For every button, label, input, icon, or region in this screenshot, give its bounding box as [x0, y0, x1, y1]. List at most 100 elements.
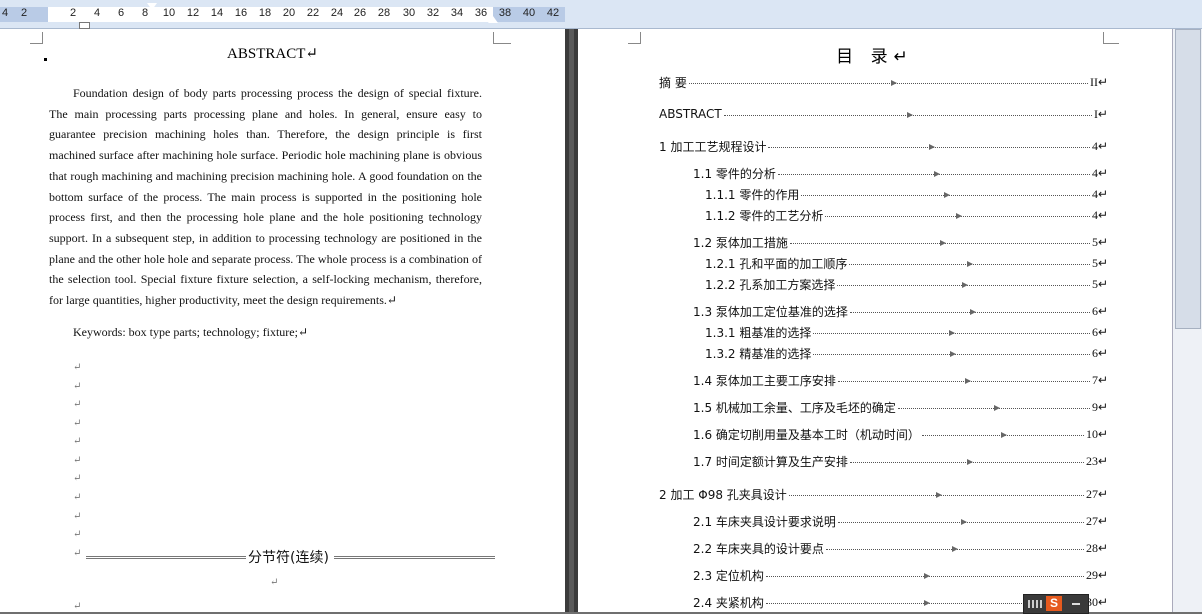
paragraph-mark: ↵	[73, 362, 82, 373]
toc-title: 目 录↵	[836, 47, 914, 67]
toc-entry[interactable]: 2.2 车床夹具的设计要点 28↵	[693, 540, 1108, 556]
toc-entry[interactable]: 1.6 确定切削用量及基本工时（机动时间） 10↵	[693, 426, 1108, 442]
toc-entry[interactable]: 1.3.2 精基准的选择 6↵	[705, 345, 1108, 361]
toc-entry[interactable]: 摘 要 II↵	[659, 74, 1108, 90]
section-break-line	[86, 556, 246, 559]
toc-page-number: 23↵	[1085, 453, 1108, 468]
toc-page-number: I↵	[1093, 106, 1108, 121]
toc-entry[interactable]: 1.1 零件的分析 4↵	[693, 165, 1108, 181]
ruler-tick-label: 40	[522, 7, 536, 19]
toc-page-number: 5↵	[1091, 234, 1108, 249]
toc-entry-title: 1.4 泵体加工主要工序安排	[693, 373, 836, 388]
tab-arrow-icon	[924, 600, 930, 606]
toc-entry[interactable]: 1.1.2 零件的工艺分析 4↵	[705, 207, 1108, 223]
section-break-line	[334, 556, 495, 559]
toc-entry-title: 1.2.1 孔和平面的加工顺序	[705, 256, 848, 271]
tab-arrow-icon	[961, 519, 967, 525]
toc-entry[interactable]: 1.3 泵体加工定位基准的选择 6↵	[693, 303, 1108, 319]
sogou-logo-icon[interactable]: S	[1046, 596, 1062, 611]
toc-entry-title: 2.1 车床夹具设计要求说明	[693, 514, 836, 529]
ruler-tick-label: 16	[234, 7, 248, 19]
toc-entry[interactable]: 1.3.1 粗基准的选择 6↵	[705, 324, 1108, 340]
document-page-left[interactable]: ABSTRACT↵ Foundation design of body part…	[0, 29, 565, 612]
left-indent-marker[interactable]	[79, 22, 90, 29]
paragraph-mark: ↵	[73, 601, 82, 612]
toc-page-number: 29↵	[1085, 567, 1108, 582]
ruler-tick-label: 18	[258, 7, 272, 19]
toc-page-number: 4↵	[1091, 165, 1108, 180]
paragraph-mark: ↵	[73, 529, 82, 540]
ruler-tick-label: 38	[498, 7, 512, 19]
toc-entry-title: 1.6 确定切削用量及基本工时（机动时间）	[693, 427, 920, 442]
toc-entry-title: 1.1.2 零件的工艺分析	[705, 208, 824, 223]
ruler-tick-label: 24	[330, 7, 344, 19]
tab-arrow-icon	[907, 112, 913, 118]
toc-entry[interactable]: 2.1 车床夹具设计要求说明 27↵	[693, 513, 1108, 529]
minimize-icon[interactable]	[1072, 603, 1080, 605]
ruler-tick-label: 34	[450, 7, 464, 19]
drag-handle-icon[interactable]	[1028, 600, 1042, 608]
tab-arrow-icon	[967, 459, 973, 465]
ruler-tick-label: 2	[20, 7, 28, 19]
toc-entry[interactable]: 2.3 定位机构 29↵	[693, 567, 1108, 583]
toc-page-number: 27↵	[1085, 513, 1108, 528]
ruler-tick-label: 36	[474, 7, 488, 19]
ruler-tick-label: 22	[306, 7, 320, 19]
first-line-indent-marker[interactable]	[147, 3, 157, 10]
abstract-paragraph: Foundation design of body parts processi…	[49, 86, 482, 308]
toc-entry[interactable]: 1.2.1 孔和平面的加工顺序 5↵	[705, 255, 1108, 271]
tab-arrow-icon	[962, 282, 968, 288]
toc-entry[interactable]: 1.5 机械加工余量、工序及毛坯的确定 9↵	[693, 399, 1108, 415]
tab-arrow-icon	[956, 213, 962, 219]
toc-page-number: 9↵	[1091, 399, 1108, 414]
toc-entry[interactable]: ABSTRACT I↵	[659, 106, 1108, 122]
toc-entry[interactable]: 1 加工工艺规程设计 4↵	[659, 138, 1108, 154]
paragraph-mark: ↵	[73, 399, 82, 410]
ime-toolbar[interactable]: S	[1023, 594, 1089, 614]
vertical-scrollbar[interactable]	[1172, 29, 1202, 612]
ruler-tick-label: 2	[69, 7, 77, 19]
toc-entry-title: 1.7 时间定额计算及生产安排	[693, 454, 848, 469]
toc-entry-title: 1.1.1 零件的作用	[705, 187, 800, 202]
tab-arrow-icon	[944, 192, 950, 198]
ruler-tick-label: 20	[282, 7, 296, 19]
toc-entry[interactable]: 2 加工 Φ98 孔夹具设计 27↵	[659, 486, 1108, 502]
toc-page-number: 30↵	[1085, 594, 1108, 609]
toc-entry[interactable]: 1.1.1 零件的作用 4↵	[705, 186, 1108, 202]
toc-entry-title: 1.2 泵体加工措施	[693, 235, 788, 250]
paragraph-mark: ↵	[270, 577, 279, 588]
toc-page-number: 4↵	[1091, 207, 1108, 222]
keywords-line: Keywords: box type parts; technology; fi…	[73, 325, 309, 339]
toc-entry[interactable]: 1.4 泵体加工主要工序安排 7↵	[693, 372, 1108, 388]
toc-entry-title: 2 加工 Φ98 孔夹具设计	[659, 487, 787, 502]
scrollbar-thumb[interactable]	[1175, 29, 1201, 329]
crop-mark	[42, 32, 43, 44]
tab-arrow-icon	[952, 546, 958, 552]
toc-entry[interactable]: 1.2.2 孔系加工方案选择 5↵	[705, 276, 1108, 292]
ruler-tick-label: 14	[210, 7, 224, 19]
toc-page-number: 27↵	[1085, 486, 1108, 501]
toc-entry-title: 1.5 机械加工余量、工序及毛坯的确定	[693, 400, 896, 415]
toc-entry-title: 1 加工工艺规程设计	[659, 139, 767, 154]
toc-leader-dots	[688, 82, 1088, 84]
tab-arrow-icon	[924, 573, 930, 579]
document-page-right[interactable]: 目 录↵ 摘 要 II↵ ABSTRACT I↵ 1 加工工艺规程设计 4↵ 1.1 零件的…	[578, 29, 1172, 612]
toc-entry[interactable]: 1.7 时间定额计算及生产安排 23↵	[693, 453, 1108, 469]
toc-entry[interactable]: 1.2 泵体加工措施 5↵	[693, 234, 1108, 250]
toc-page-number: 5↵	[1091, 276, 1108, 291]
horizontal-ruler[interactable]: 4 2 2 4 6 8 10 12 14 16 18 20 22 24 26 28 30 32 34 36 38 40 42	[0, 0, 1202, 29]
ruler-tick-label: 28	[377, 7, 391, 19]
toc-entry-title: 1.1 零件的分析	[693, 166, 776, 181]
toc-entry-title: 2.2 车床夹具的设计要点	[693, 541, 824, 556]
page-gap	[565, 29, 578, 612]
toc-page-number: 28↵	[1085, 540, 1108, 555]
abstract-body[interactable]: Foundation design of body parts processi…	[49, 83, 482, 311]
toc-page-number: 6↵	[1091, 303, 1108, 318]
tab-arrow-icon	[949, 330, 955, 336]
toc-page-number: 7↵	[1091, 372, 1108, 387]
section-break-continuous[interactable]: 分节符(连续)	[86, 546, 495, 567]
tab-arrow-icon	[940, 240, 946, 246]
paragraph-mark: ↵	[73, 455, 82, 466]
right-indent-marker[interactable]	[488, 16, 498, 23]
toc-entry-title: 摘 要	[659, 75, 687, 90]
